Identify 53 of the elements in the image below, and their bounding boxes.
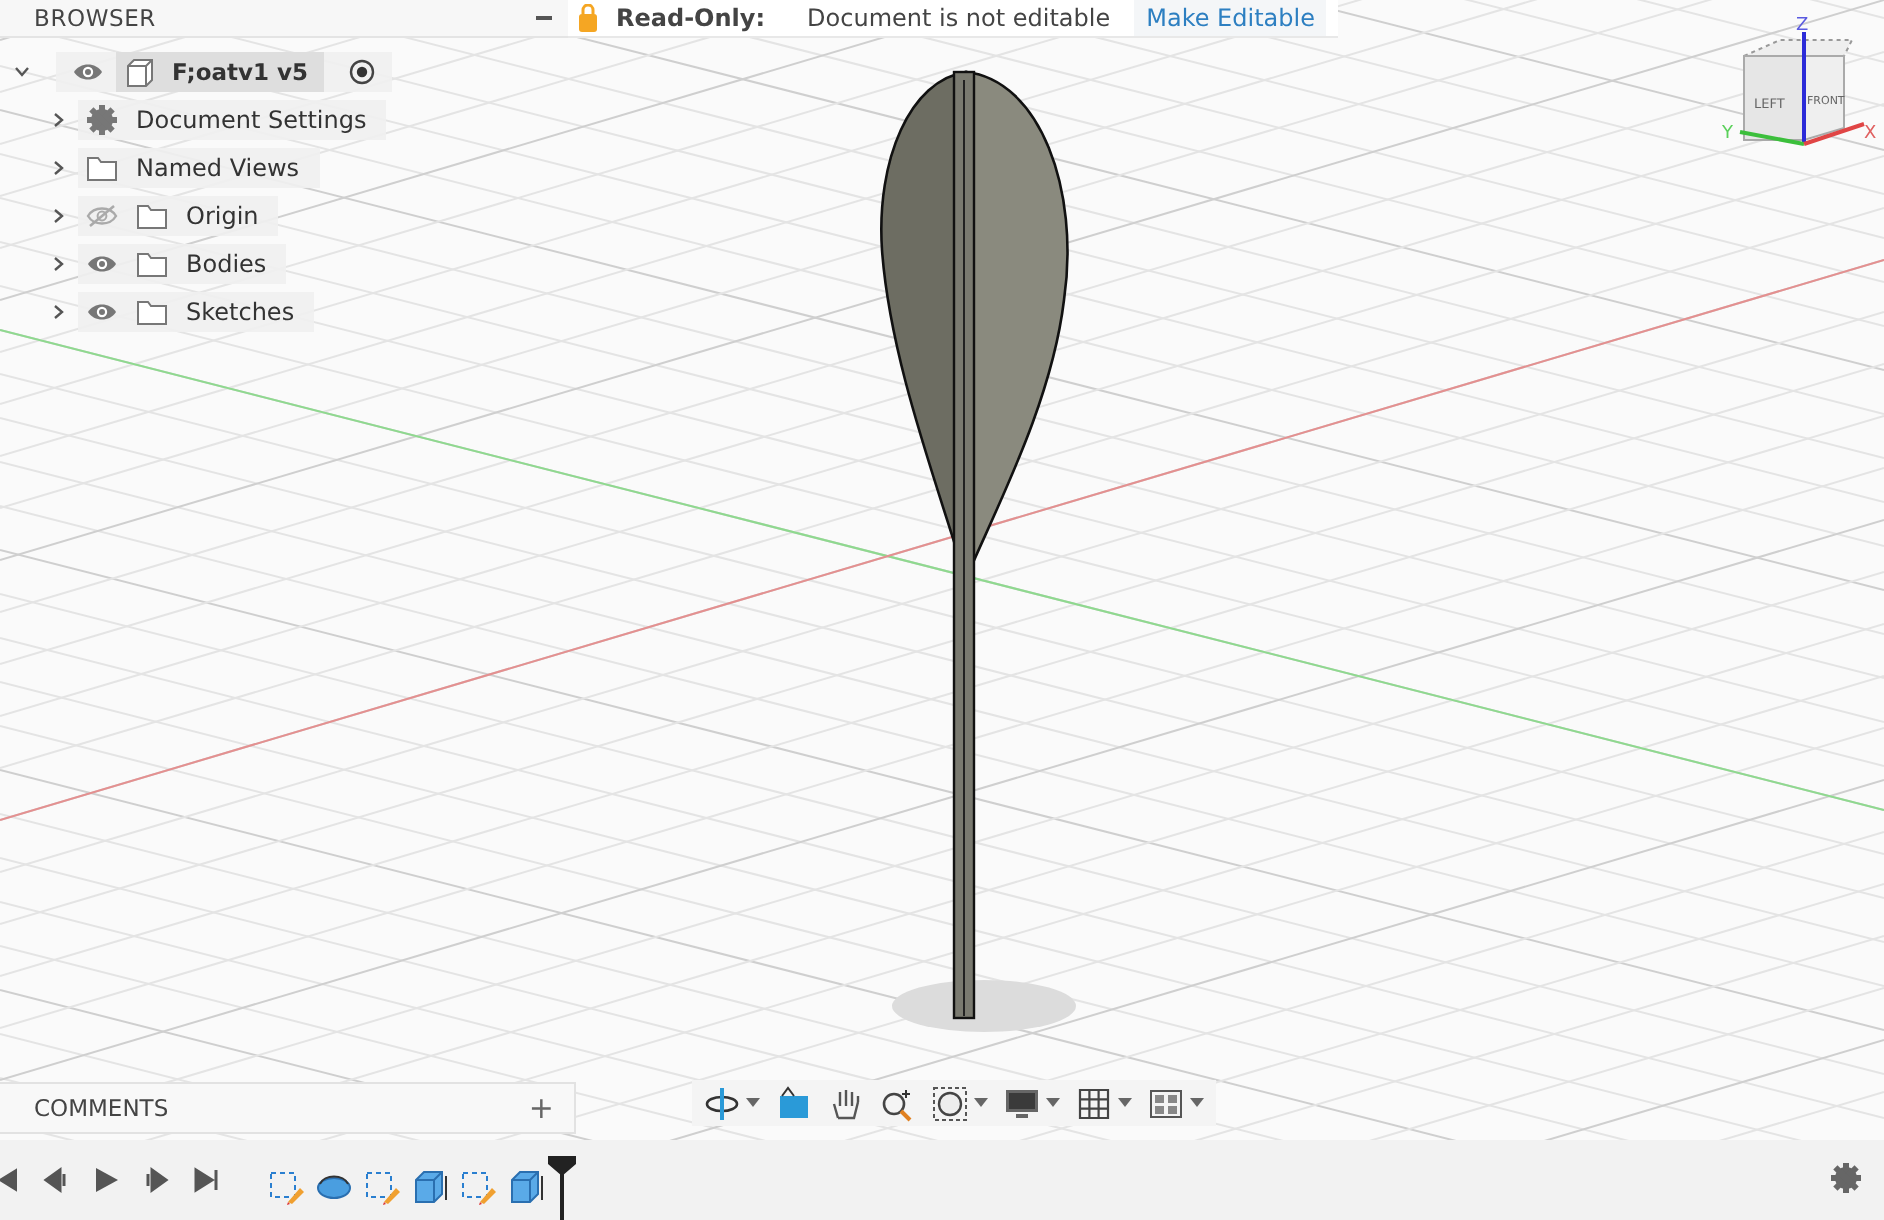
monitor-icon[interactable]: [1004, 1085, 1040, 1121]
orbit-icon[interactable]: [704, 1085, 740, 1121]
add-comment-button[interactable]: +: [524, 1093, 558, 1123]
skip-to-end-icon[interactable]: [192, 1166, 220, 1194]
zoom-icon[interactable]: [880, 1085, 916, 1121]
active-radio-icon[interactable]: [347, 58, 376, 86]
tree-item[interactable]: Named Views: [78, 148, 320, 188]
tree-item[interactable]: Origin: [78, 196, 279, 236]
sketch-icon[interactable]: [268, 1168, 306, 1206]
step-forward-icon[interactable]: [142, 1166, 170, 1194]
component-item[interactable]: F;oatv1 v5: [116, 52, 324, 92]
gear-icon: [86, 104, 118, 136]
component-icon: [124, 56, 156, 88]
timeline-marker-icon[interactable]: [548, 1156, 576, 1220]
sketch-icon[interactable]: [460, 1168, 498, 1206]
banner-message: Document is not editable: [807, 4, 1113, 32]
settings-icon[interactable]: [1830, 1162, 1866, 1198]
tree-item[interactable]: Document Settings: [78, 100, 387, 140]
skip-to-start-icon[interactable]: [0, 1166, 20, 1194]
dropdown-caret-icon[interactable]: [746, 1098, 760, 1108]
dropdown-caret-icon[interactable]: [1118, 1098, 1132, 1108]
play-icon[interactable]: [92, 1166, 120, 1194]
axis-label: Z: [1796, 16, 1809, 36]
lock-icon: [578, 4, 598, 32]
eye-icon[interactable]: [86, 252, 118, 276]
viewports-icon[interactable]: [1148, 1085, 1184, 1121]
tree-item[interactable]: Bodies: [78, 244, 287, 284]
hand-icon[interactable]: [828, 1085, 864, 1121]
folder-icon: [136, 297, 168, 327]
read-only-label: Read-Only:: [616, 4, 766, 32]
folder-icon: [86, 153, 118, 183]
dropdown-caret-icon[interactable]: [1046, 1098, 1060, 1108]
folder-icon: [136, 201, 168, 231]
eye-icon[interactable]: [72, 60, 104, 84]
folder-icon: [136, 249, 168, 279]
look-at-icon[interactable]: [776, 1085, 812, 1121]
make-editable-link[interactable]: Make Editable: [1134, 0, 1327, 36]
axis-label: Y: [1722, 124, 1733, 144]
sketch-icon[interactable]: [364, 1168, 402, 1206]
grid-icon[interactable]: [1076, 1085, 1112, 1121]
dropdown-caret-icon[interactable]: [974, 1098, 988, 1108]
panel-title: COMMENTS: [34, 1094, 169, 1122]
tree-item[interactable]: Sketches: [78, 292, 315, 332]
extrude-icon[interactable]: [412, 1168, 450, 1206]
view-cube-drawing[interactable]: [1739, 32, 1865, 146]
axis-label: X: [1864, 124, 1877, 144]
dropdown-caret-icon[interactable]: [1190, 1098, 1204, 1108]
eye-icon[interactable]: [86, 300, 118, 324]
zoom-window-icon[interactable]: [932, 1085, 968, 1121]
step-back-icon[interactable]: [42, 1166, 70, 1194]
panel-title: BROWSER: [34, 4, 156, 32]
collapse-chevron-icon[interactable]: [12, 62, 32, 82]
extrude-icon[interactable]: [508, 1168, 546, 1206]
